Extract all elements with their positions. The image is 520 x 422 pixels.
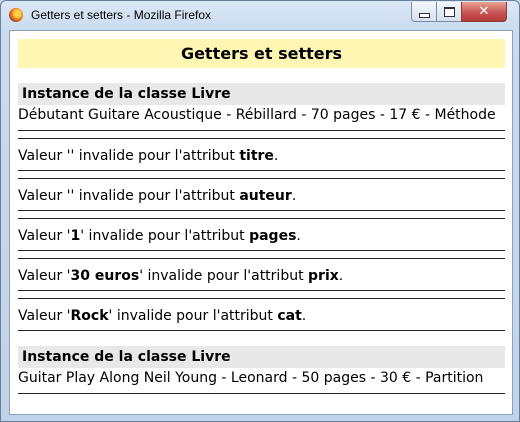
section-heading-2: Instance de la classe Livre — [18, 346, 505, 368]
divider — [18, 218, 505, 219]
minimize-button[interactable] — [411, 2, 437, 22]
error-message-cat: Valeur 'Rock' invalide pour l'attribut c… — [18, 308, 307, 324]
divider — [18, 210, 505, 211]
close-button[interactable]: ✕ — [461, 2, 507, 22]
divider — [18, 393, 505, 394]
error-message-prix: Valeur '30 euros' invalide pour l'attrib… — [18, 268, 344, 284]
divider — [18, 178, 505, 179]
attribute-name: pages — [249, 228, 297, 244]
firefox-icon — [9, 8, 23, 22]
error-message-auteur: Valeur '' invalide pour l'attribut auteu… — [18, 188, 297, 204]
divider — [18, 258, 505, 259]
divider — [18, 290, 505, 291]
window-title: Getters et setters - Mozilla Firefox — [31, 8, 212, 22]
maximize-button[interactable] — [436, 2, 462, 22]
attribute-name: cat — [277, 308, 302, 324]
attribute-name: auteur — [239, 188, 292, 204]
section-heading-1: Instance de la classe Livre — [18, 83, 505, 105]
divider — [18, 170, 505, 171]
book-summary-2: Guitar Play Along Neil Young - Leonard -… — [18, 370, 484, 386]
close-icon: ✕ — [478, 4, 490, 19]
error-message-pages: Valeur '1' invalide pour l'attribut page… — [18, 228, 301, 244]
invalid-value: 1 — [70, 228, 81, 244]
book-summary-1: Débutant Guitare Acoustique - Rébillard … — [18, 107, 496, 123]
attribute-name: titre — [239, 148, 274, 164]
divider — [18, 250, 505, 251]
divider — [18, 138, 505, 139]
title-bar[interactable]: Getters et setters - Mozilla Firefox ✕ — [1, 1, 519, 29]
maximize-icon — [443, 6, 455, 17]
page-title: Getters et setters — [18, 39, 505, 68]
minimize-icon — [418, 13, 430, 18]
attribute-name: prix — [308, 268, 339, 284]
divider — [18, 330, 505, 331]
divider — [18, 298, 505, 299]
browser-window: Getters et setters - Mozilla Firefox ✕ G… — [0, 0, 520, 422]
error-message-titre: Valeur '' invalide pour l'attribut titre… — [18, 148, 279, 164]
invalid-value: Rock — [70, 308, 109, 324]
page-content: Getters et setters Instance de la classe… — [9, 30, 513, 415]
invalid-value: 30 euros — [70, 268, 140, 284]
divider — [18, 130, 505, 131]
